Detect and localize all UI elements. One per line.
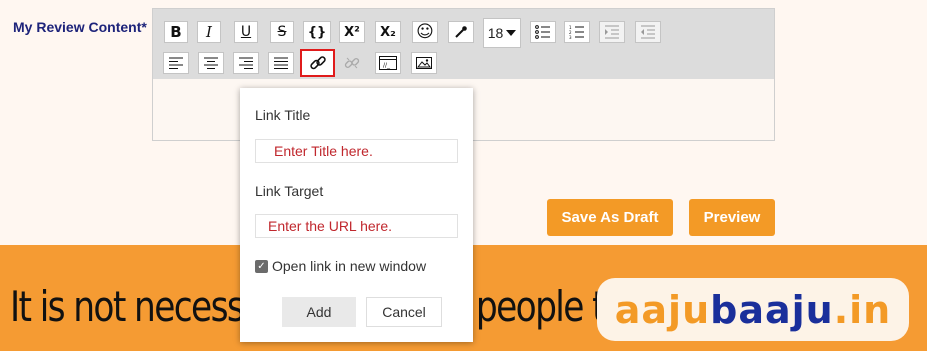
site-logo: aajubaaju.in xyxy=(597,278,909,341)
indent-button[interactable] xyxy=(599,21,625,43)
superscript-icon: X² xyxy=(344,24,360,40)
align-center-icon xyxy=(204,57,218,69)
superscript-button[interactable]: X² xyxy=(339,21,365,43)
editor-toolbar: B I U S {} X² X₂ ☺ 18 123 //_ xyxy=(153,9,774,79)
eyedropper-icon xyxy=(455,26,467,38)
font-size-value: 18 xyxy=(487,25,504,41)
justify-button[interactable] xyxy=(268,52,294,74)
link-target-input[interactable]: Enter the URL here. xyxy=(255,214,458,238)
italic-icon: I xyxy=(206,23,212,41)
logo-part-baaju: baaju xyxy=(710,287,834,332)
link-title-label: Link Title xyxy=(255,107,311,123)
logo-part-aaju: aaju xyxy=(614,287,711,332)
text-color-button[interactable] xyxy=(448,21,474,43)
link-target-placeholder: Enter the URL here. xyxy=(268,218,392,234)
outdent-icon xyxy=(641,25,655,39)
source-code-button[interactable]: //_ xyxy=(375,52,401,74)
svg-text://_: //_ xyxy=(383,62,391,69)
link-title-placeholder: Enter Title here. xyxy=(274,143,373,159)
indent-icon xyxy=(605,25,619,39)
preview-button[interactable]: Preview xyxy=(689,199,775,236)
align-left-icon xyxy=(169,57,183,69)
align-right-icon xyxy=(239,57,253,69)
smiley-icon: ☺ xyxy=(416,22,434,42)
field-label: My Review Content* xyxy=(13,19,147,35)
numbered-list-button[interactable]: 123 xyxy=(564,21,590,43)
chevron-down-icon xyxy=(506,30,517,36)
italic-button[interactable]: I xyxy=(197,21,221,43)
strikethrough-button[interactable]: S xyxy=(270,21,294,43)
underline-icon: U xyxy=(240,24,252,40)
image-icon xyxy=(416,57,432,69)
braces-icon: {} xyxy=(307,24,327,40)
banner-text-left: It is not necessa xyxy=(10,282,264,331)
bold-button[interactable]: B xyxy=(164,21,188,43)
new-window-option[interactable]: ✓ Open link in new window xyxy=(255,258,426,274)
link-target-label: Link Target xyxy=(255,183,324,199)
insert-image-button[interactable] xyxy=(411,52,437,74)
unlink-icon xyxy=(344,57,360,69)
code-button[interactable]: {} xyxy=(303,21,331,43)
unlink-button[interactable] xyxy=(339,52,365,74)
insert-link-dialog: Link Title Enter Title here. Link Target… xyxy=(240,88,473,342)
new-window-label: Open link in new window xyxy=(272,258,427,274)
align-right-button[interactable] xyxy=(233,52,259,74)
subscript-button[interactable]: X₂ xyxy=(375,21,401,43)
outdent-button[interactable] xyxy=(635,21,661,43)
subscript-icon: X₂ xyxy=(380,24,396,40)
numbered-list-icon: 123 xyxy=(569,25,584,39)
bold-icon: B xyxy=(170,23,182,41)
font-size-select[interactable]: 18 xyxy=(483,18,521,48)
link-title-input[interactable]: Enter Title here. xyxy=(255,139,458,163)
insert-link-button[interactable] xyxy=(300,49,335,77)
link-icon xyxy=(309,56,326,70)
justify-icon xyxy=(274,57,288,69)
source-code-icon: //_ xyxy=(379,56,397,70)
new-window-checkbox[interactable]: ✓ xyxy=(255,259,268,273)
emoji-button[interactable]: ☺ xyxy=(412,21,438,43)
logo-part-domain: .in xyxy=(833,287,892,332)
bullet-list-button[interactable] xyxy=(530,21,556,43)
strikethrough-icon: S xyxy=(277,24,287,40)
align-left-button[interactable] xyxy=(163,52,189,74)
underline-button[interactable]: U xyxy=(234,21,258,43)
save-draft-button[interactable]: Save As Draft xyxy=(547,199,673,236)
align-center-button[interactable] xyxy=(198,52,224,74)
cancel-button[interactable]: Cancel xyxy=(366,297,442,327)
add-link-button[interactable]: Add xyxy=(282,297,356,327)
svg-text:3: 3 xyxy=(569,35,572,39)
bullet-list-icon xyxy=(535,25,550,39)
